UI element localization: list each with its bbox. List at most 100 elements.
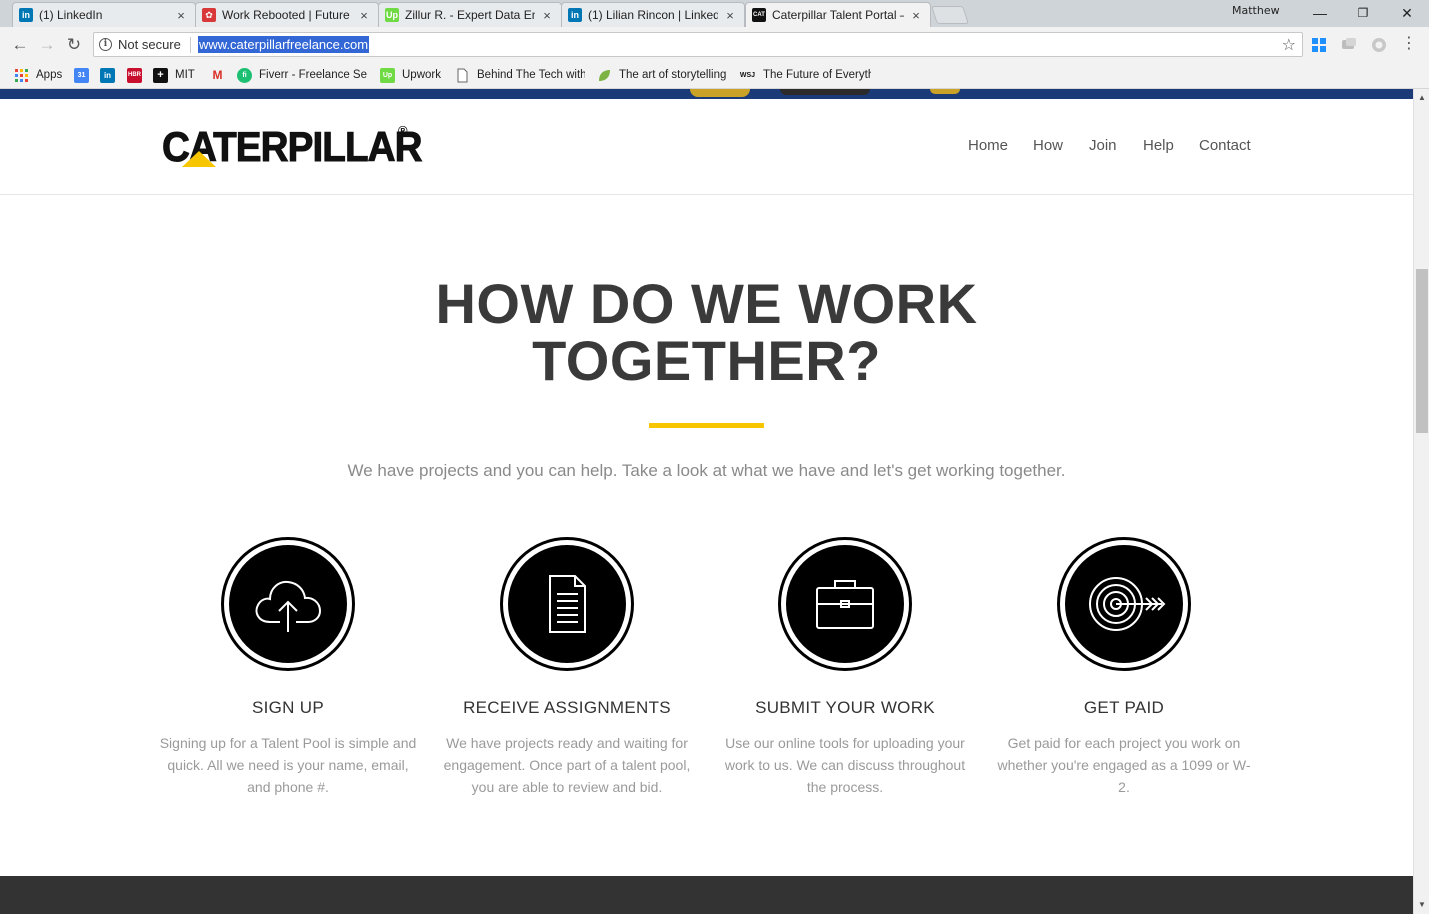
- cat-icon: CAT: [752, 8, 766, 22]
- bookmark-label: Behind The Tech with: [477, 69, 585, 81]
- bookmark-star-icon[interactable]: ☆: [1282, 35, 1296, 55]
- browser-tab-active[interactable]: CAT Caterpillar Talent Portal – ×: [745, 2, 931, 27]
- step-description: Signing up for a Talent Pool is simple a…: [159, 735, 417, 795]
- bookmark-storytelling[interactable]: The art of storytelling: [597, 67, 727, 83]
- bookmark-apps[interactable]: Apps: [14, 67, 62, 83]
- scroll-thumb[interactable]: [1416, 269, 1428, 433]
- caterpillar-logo[interactable]: CATERPILLAR ®: [162, 123, 444, 169]
- step-description: Use our online tools for uploading your …: [724, 735, 966, 795]
- tab-title: Zillur R. - Expert Data Ent: [405, 8, 535, 22]
- bookmark-upwork[interactable]: Up Upwork: [380, 67, 441, 83]
- document-icon: [549, 575, 586, 633]
- browser-tab[interactable]: in (1) Lilian Rincon | LinkedI ×: [561, 2, 745, 27]
- browser-tab[interactable]: ✿ Work Rebooted | Future o ×: [195, 2, 379, 27]
- bookmark-label: MIT: [175, 69, 195, 81]
- tab-title: Work Rebooted | Future o: [222, 8, 352, 22]
- shield-extension-icon[interactable]: [1371, 37, 1387, 53]
- bookmark-calendar[interactable]: 31: [74, 67, 96, 83]
- wsj-icon: WSJ: [739, 71, 756, 79]
- title-underline: [649, 423, 764, 428]
- tab-title: Caterpillar Talent Portal –: [772, 8, 904, 22]
- close-tab-icon[interactable]: ×: [910, 8, 922, 23]
- bookmark-hbr[interactable]: HBR: [127, 67, 149, 83]
- scroll-up-arrow-icon[interactable]: ▲: [1417, 93, 1427, 103]
- hero-graphic: [690, 89, 750, 97]
- address-bar[interactable]: i Not secure www.caterpillarfreelance.co…: [93, 32, 1303, 57]
- security-label[interactable]: Not secure: [118, 37, 181, 52]
- bookmark-mit[interactable]: + MIT: [153, 67, 195, 83]
- hero-graphic: [780, 89, 870, 95]
- section-title-line2: TOGETHER?: [532, 329, 881, 392]
- nav-join[interactable]: Join: [1089, 137, 1117, 154]
- reload-button[interactable]: ↻: [63, 34, 85, 56]
- gmail-icon: M: [212, 68, 223, 82]
- new-tab-button[interactable]: [931, 6, 969, 24]
- nav-help[interactable]: Help: [1143, 137, 1174, 154]
- nav-contact[interactable]: Contact: [1199, 137, 1251, 154]
- site-header: CATERPILLAR ® Home How Join Help Contact: [0, 99, 1413, 195]
- browser-tab[interactable]: Up Zillur R. - Expert Data Ent ×: [378, 2, 562, 27]
- linkedin-icon: in: [100, 67, 115, 83]
- close-tab-icon[interactable]: ×: [724, 8, 736, 23]
- tab-strip: in (1) LinkedIn × ✿ Work Rebooted | Futu…: [0, 0, 1429, 27]
- bookmark-gmail[interactable]: M: [210, 67, 232, 83]
- apps-grid-icon: [15, 68, 28, 82]
- bookmark-behind-the-tech[interactable]: Behind The Tech with: [455, 67, 585, 83]
- section-title: HOW DO WE WORK TOGETHER?: [0, 275, 1413, 389]
- chat-extension-icon[interactable]: [1341, 37, 1357, 53]
- step-receive-assignments: RECEIVE ASSIGNMENTS We have projects rea…: [432, 537, 702, 798]
- url-text[interactable]: www.caterpillarfreelance.com: [198, 36, 370, 53]
- section-title-line1: HOW DO WE WORK: [435, 272, 978, 335]
- scroll-down-arrow-icon[interactable]: ▼: [1417, 900, 1427, 910]
- info-icon[interactable]: i: [99, 38, 112, 51]
- fiverr-icon: fi: [237, 67, 252, 83]
- back-button[interactable]: ←: [9, 34, 31, 56]
- linkedin-icon: in: [19, 8, 33, 22]
- step-description: Get paid for each project you work on wh…: [997, 735, 1251, 795]
- vertical-scrollbar[interactable]: ▲ ▼: [1413, 89, 1429, 914]
- bookmark-label: Fiverr - Freelance Ser: [259, 69, 367, 81]
- nav-how[interactable]: How: [1033, 137, 1063, 154]
- step-icon-circle: [221, 537, 355, 671]
- minimize-button[interactable]: —: [1300, 2, 1340, 24]
- bookmark-fiverr[interactable]: fi Fiverr - Freelance Ser: [237, 67, 367, 83]
- bookmark-linkedin[interactable]: in: [100, 67, 122, 83]
- browser-tab[interactable]: in (1) LinkedIn ×: [12, 2, 196, 27]
- page-icon: [457, 68, 468, 82]
- tab-title: (1) LinkedIn: [39, 8, 103, 22]
- upwork-icon: Up: [385, 8, 399, 22]
- step-submit-work: SUBMIT YOUR WORK Use our online tools fo…: [710, 537, 980, 798]
- leaf-icon: [599, 69, 610, 81]
- restore-button[interactable]: ❐: [1343, 2, 1383, 24]
- close-tab-icon[interactable]: ×: [541, 8, 553, 23]
- close-tab-icon[interactable]: ×: [175, 8, 187, 23]
- registered-mark: ®: [398, 123, 408, 138]
- mit-icon: +: [153, 67, 168, 83]
- hero-image-strip: [0, 89, 1413, 99]
- bookmark-label: Apps: [36, 69, 63, 81]
- step-get-paid: GET PAID Get paid for each project you w…: [989, 537, 1259, 798]
- footer-band: [0, 876, 1413, 914]
- bookmark-wsj[interactable]: WSJ The Future of Everyth: [739, 67, 871, 83]
- bookmarks-bar: Apps 31 in HBR + MIT M fi Fiverr - Freel…: [0, 62, 1429, 89]
- step-description: We have projects ready and waiting for e…: [443, 735, 691, 795]
- windows-extension-icon[interactable]: [1311, 37, 1327, 53]
- profile-name[interactable]: Matthew: [1232, 4, 1280, 17]
- browser-toolbar: ← → ↻ i Not secure www.caterpillarfreela…: [0, 27, 1429, 62]
- step-icon-circle: [1057, 537, 1191, 671]
- page-viewport: CATERPILLAR ® Home How Join Help Contact…: [0, 89, 1413, 914]
- section-subtitle: We have projects and you can help. Take …: [347, 461, 1066, 480]
- step-title: SUBMIT YOUR WORK: [755, 698, 935, 717]
- close-window-button[interactable]: ✕: [1387, 2, 1427, 24]
- step-title: GET PAID: [1083, 698, 1165, 717]
- hero-graphic: [930, 89, 960, 94]
- linkedin-icon: in: [568, 8, 582, 22]
- step-icon-circle: [778, 537, 912, 671]
- hbr-icon: HBR: [127, 67, 142, 83]
- nav-home[interactable]: Home: [968, 137, 1008, 154]
- browser-menu-icon[interactable]: ⋮: [1401, 34, 1417, 54]
- forward-button[interactable]: →: [36, 34, 58, 56]
- bookmark-label: Upwork: [402, 69, 441, 81]
- close-tab-icon[interactable]: ×: [358, 8, 370, 23]
- workrebooted-icon: ✿: [202, 8, 216, 22]
